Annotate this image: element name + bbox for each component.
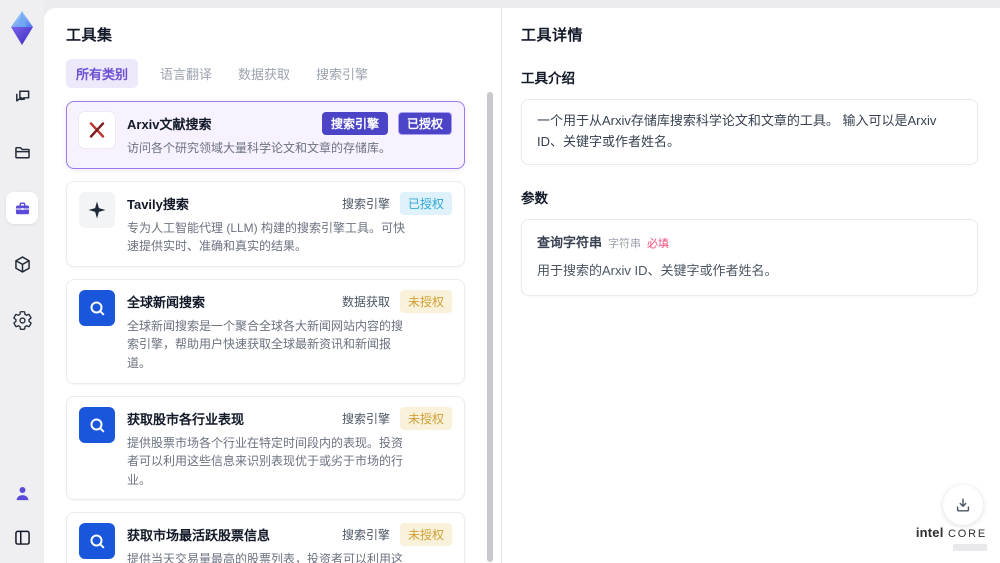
auth-status-badge: 已授权 <box>399 191 452 215</box>
settings-gear-icon[interactable] <box>6 304 38 336</box>
tool-description: 全球新闻搜索是一个聚合全球各大新闻网站内容的搜索引擎，帮助用户快速获取全球最新资… <box>127 318 404 370</box>
tool-title: 全球新闻搜索 <box>127 294 206 310</box>
tool-card-body: Tavily搜索 搜索引擎 已授权 专为人工智能代理 (LLM) 构建的搜索引擎… <box>127 191 452 256</box>
tools-list-panel: 工具集 所有类别 语言翻译 数据获取 搜索引擎 Arxiv文献搜索 搜索引擎 已… <box>44 8 501 563</box>
rail-bottom <box>0 477 44 553</box>
tool-details-panel: 工具详情 工具介绍 一个用于从Arxiv存储库搜索科学论文和文章的工具。 输入可… <box>501 8 1000 563</box>
app-logo-icon <box>6 10 38 46</box>
download-icon <box>956 498 970 512</box>
tool-title: Arxiv文献搜索 <box>127 117 212 132</box>
parameter-name: 查询字符串 <box>537 234 603 250</box>
news-tool-icon <box>79 406 115 443</box>
folder-icon[interactable] <box>6 136 38 168</box>
tool-card-header: 全球新闻搜索 数据获取 未授权 <box>127 289 452 313</box>
auth-status-badge: 未授权 <box>399 406 452 430</box>
parameter-description: 用于搜索的Arxiv ID、关键字或作者姓名。 <box>537 263 778 279</box>
tool-card[interactable]: Arxiv文献搜索 搜索引擎 已授权 访问各个研究领域大量科学论文和文章的存储库… <box>66 101 465 169</box>
tool-badges: 搜索引擎 已授权 <box>341 191 452 215</box>
tool-card-body: 获取股市各行业表现 搜索引擎 未授权 提供股票市场各个行业在特定时间段内的表现。… <box>127 406 452 490</box>
tab-data-fetch[interactable]: 数据获取 <box>234 59 294 88</box>
rail-nav <box>6 80 38 336</box>
category-tabs: 所有类别 语言翻译 数据获取 搜索引擎 <box>66 59 479 88</box>
user-icon[interactable] <box>6 477 38 509</box>
core-logo-subbadge <box>953 544 987 551</box>
tavily-tool-icon <box>79 191 115 228</box>
tool-card[interactable]: 获取市场最活跃股票信息 搜索引擎 未授权 提供当天交易量最高的股票列表，投资者可… <box>66 512 465 563</box>
tool-card[interactable]: 全球新闻搜索 数据获取 未授权 全球新闻搜索是一个聚合全球各大新闻网站内容的搜索… <box>66 278 465 384</box>
tool-badges: 搜索引擎 未授权 <box>341 406 452 430</box>
tool-badges: 搜索引擎 未授权 <box>341 523 452 547</box>
auth-status-badge: 未授权 <box>399 289 452 313</box>
tool-card-header: 获取市场最活跃股票信息 搜索引擎 未授权 <box>127 523 452 547</box>
category-badge: 搜索引擎 <box>341 528 390 543</box>
tool-title: Tavily搜索 <box>127 196 189 212</box>
intel-core-logo: intel CORE <box>916 524 987 551</box>
panel-toggle-icon[interactable] <box>6 521 38 553</box>
intro-text: 一个用于从Arxiv存储库搜索科学论文和文章的工具。 输入可以是Arxiv ID… <box>537 113 937 149</box>
tool-description: 专为人工智能代理 (LLM) 构建的搜索引擎工具。可快速提供实时、准确和真实的结… <box>127 220 406 254</box>
tool-card-header: Tavily搜索 搜索引擎 已授权 <box>127 191 452 215</box>
main-surface: 工具集 所有类别 语言翻译 数据获取 搜索引擎 Arxiv文献搜索 搜索引擎 已… <box>44 8 1000 563</box>
parameter-type: 字符串 <box>608 237 642 250</box>
category-badge: 搜索引擎 <box>341 411 390 426</box>
category-badge: 数据获取 <box>341 294 390 309</box>
chat-icon[interactable] <box>6 80 38 112</box>
cube-icon[interactable] <box>6 248 38 280</box>
arxiv-tool-icon <box>79 112 115 148</box>
news-tool-icon <box>79 289 115 326</box>
core-logo-text: CORE <box>948 528 987 541</box>
tool-badges: 数据获取 未授权 <box>341 289 452 313</box>
intro-section-header: 工具介绍 <box>521 71 575 86</box>
auth-status-badge: 未授权 <box>399 523 452 547</box>
category-badge: 搜索引擎 <box>341 196 390 211</box>
tab-all-categories[interactable]: 所有类别 <box>66 59 139 88</box>
tool-card[interactable]: Tavily搜索 搜索引擎 已授权 专为人工智能代理 (LLM) 构建的搜索引擎… <box>66 180 465 267</box>
details-title: 工具详情 <box>521 27 584 44</box>
list-scrollbar[interactable] <box>487 92 493 562</box>
tool-card-header: 获取股市各行业表现 搜索引擎 未授权 <box>127 406 452 430</box>
tool-title: 获取股市各行业表现 <box>127 411 245 427</box>
intel-logo-text: intel <box>915 525 944 541</box>
tool-badges: 搜索引擎 已授权 <box>321 112 452 135</box>
toolbox-icon[interactable] <box>6 192 38 224</box>
tool-card-header: Arxiv文献搜索 搜索引擎 已授权 <box>127 112 452 135</box>
page-title: 工具集 <box>66 27 113 44</box>
download-button[interactable] <box>943 485 983 525</box>
tool-card-body: 全球新闻搜索 数据获取 未授权 全球新闻搜索是一个聚合全球各大新闻网站内容的搜索… <box>127 289 452 373</box>
params-section-header: 参数 <box>521 190 548 206</box>
tool-description: 提供股票市场各个行业在特定时间段内的表现。投资者可以利用这些信息来识别表现优于或… <box>127 435 404 487</box>
tools-list: Arxiv文献搜索 搜索引擎 已授权 访问各个研究领域大量科学论文和文章的存储库… <box>66 101 479 563</box>
tool-description: 访问各个研究领域大量科学论文和文章的存储库。 <box>127 141 392 155</box>
tool-description: 提供当天交易量最高的股票列表，投资者可以利用这些信息来识别流动性强的股票和潜在的… <box>127 552 404 563</box>
tab-search-engine[interactable]: 搜索引擎 <box>312 59 372 88</box>
parameter-required-badge: 必填 <box>647 237 670 250</box>
news-tool-icon <box>79 523 115 560</box>
tool-title: 获取市场最活跃股票信息 <box>127 528 271 544</box>
tab-language-translation[interactable]: 语言翻译 <box>156 59 216 88</box>
auth-status-badge: 已授权 <box>397 112 452 135</box>
tool-card-body: Arxiv文献搜索 搜索引擎 已授权 访问各个研究领域大量科学论文和文章的存储库… <box>127 112 452 158</box>
parameter-header: 查询字符串 字符串 必填 <box>537 233 962 254</box>
tool-card[interactable]: 获取股市各行业表现 搜索引擎 未授权 提供股票市场各个行业在特定时间段内的表现。… <box>66 395 465 501</box>
parameter-box: 查询字符串 字符串 必填 用于搜索的Arxiv ID、关键字或作者姓名。 <box>521 218 978 297</box>
category-badge: 搜索引擎 <box>321 112 388 135</box>
left-rail <box>0 0 44 563</box>
tool-card-body: 获取市场最活跃股票信息 搜索引擎 未授权 提供当天交易量最高的股票列表，投资者可… <box>127 523 452 563</box>
intro-box: 一个用于从Arxiv存储库搜索科学论文和文章的工具。 输入可以是Arxiv ID… <box>521 99 978 165</box>
